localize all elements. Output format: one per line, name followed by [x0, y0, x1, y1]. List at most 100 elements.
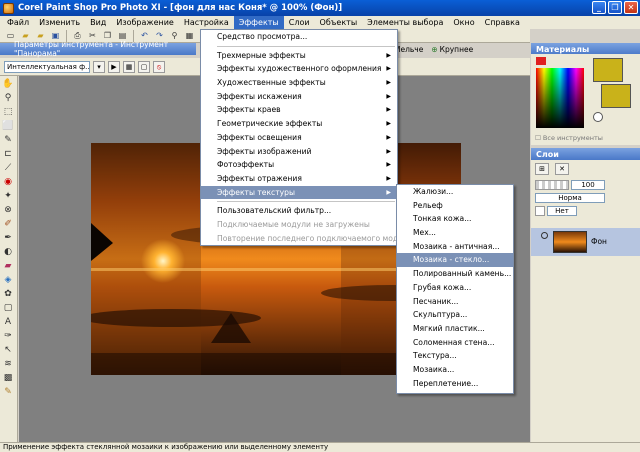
- menu-adjust[interactable]: Настройка: [179, 16, 234, 29]
- texture-menu-item-6[interactable]: Полированный камень...: [397, 267, 513, 281]
- color-picker[interactable]: [536, 68, 584, 128]
- menu-window[interactable]: Окно: [448, 16, 479, 29]
- effects-menu-item-label: Эффекты художественного оформления: [217, 64, 382, 74]
- red-eye-tool-icon[interactable]: ◉: [1, 176, 15, 188]
- submenu-arrow-icon: ▶: [386, 92, 391, 100]
- preset-dropdown[interactable]: Интеллектуальная ф...: [4, 60, 90, 73]
- actual-size-icon[interactable]: ▢: [138, 60, 150, 73]
- texture-menu-item-label: Рельеф: [413, 200, 443, 210]
- eraser-icon[interactable]: ▰: [1, 260, 15, 272]
- texture-menu-item-2[interactable]: Тонкая кожа...: [397, 212, 513, 226]
- object-selector-icon[interactable]: ↖: [1, 344, 15, 356]
- lighten-darken-icon[interactable]: ◐: [1, 246, 15, 258]
- effects-menu-item-10[interactable]: Фотоэффекты ▶: [201, 158, 397, 172]
- effects-menu-item-6[interactable]: Эффекты краев ▶: [201, 103, 397, 117]
- effects-menu-item-label: Фотоэффекты: [217, 160, 275, 170]
- texture-menu-item-11[interactable]: Соломенная стена...: [397, 336, 513, 350]
- lock-dropdown[interactable]: Нет: [547, 206, 577, 216]
- effects-menu-item-0[interactable]: Средство просмотра...: [201, 30, 397, 44]
- play-icon[interactable]: ▶: [108, 60, 120, 73]
- effects-menu-item-4[interactable]: Художественные эффекты ▶: [201, 76, 397, 90]
- texture-menu-item-4[interactable]: Мозаика - античная...: [397, 240, 513, 254]
- foreground-swatch[interactable]: [593, 58, 623, 82]
- texture-menu-item-7[interactable]: Грубая кожа...: [397, 281, 513, 295]
- tab-larger[interactable]: ⊕ Крупнее: [431, 45, 473, 54]
- status-bar: Применение эффекта стеклянной мозаики к …: [0, 442, 640, 452]
- delete-layer-icon[interactable]: ✕: [555, 163, 569, 175]
- effects-menu-item-9[interactable]: Эффекты изображений ▶: [201, 145, 397, 159]
- effects-menu-item-11[interactable]: Эффекты отражения ▶: [201, 172, 397, 186]
- opacity-field[interactable]: 100: [571, 180, 605, 190]
- blend-mode-dropdown[interactable]: Норма: [535, 193, 605, 203]
- close-button[interactable]: ✕: [624, 1, 638, 14]
- restore-button[interactable]: ❐: [608, 1, 622, 14]
- red-swatch[interactable]: [536, 57, 546, 65]
- texture-menu-item-3[interactable]: Мех...: [397, 226, 513, 240]
- all-tools-checkbox[interactable]: ☐ Все инструменты: [535, 134, 603, 142]
- effects-menu-item-12[interactable]: Эффекты текстуры ▶: [201, 185, 397, 200]
- minimize-button[interactable]: _: [592, 1, 606, 14]
- picture-tube-icon[interactable]: ✿: [1, 288, 15, 300]
- pen-tool-icon[interactable]: ✑: [1, 330, 15, 342]
- straighten-tool-icon[interactable]: ⟋: [1, 162, 15, 174]
- layer-row[interactable]: Фон: [531, 228, 640, 256]
- lock-checkbox[interactable]: [535, 206, 545, 216]
- texture-menu-item-0[interactable]: Жалюзи...: [397, 185, 513, 199]
- menu-effects[interactable]: Эффекты: [233, 16, 284, 29]
- menu-edit[interactable]: Изменить: [34, 16, 85, 29]
- texture-menu-item-label: Полированный камень...: [413, 269, 512, 279]
- layer-thumbnail: [553, 231, 587, 253]
- visibility-icon[interactable]: [541, 232, 548, 239]
- crop-tool-icon[interactable]: ⊏: [1, 148, 15, 160]
- effects-menu-item-14[interactable]: Пользовательский фильтр...: [201, 204, 397, 218]
- airbrush-icon[interactable]: ✒: [1, 232, 15, 244]
- texture-menu-item-12[interactable]: Текстура...: [397, 349, 513, 363]
- zoom-tool-icon[interactable]: ⚲: [1, 92, 15, 104]
- texture-menu-item-13[interactable]: Мозаика...: [397, 363, 513, 377]
- submenu-arrow-icon: ▶: [386, 79, 391, 87]
- clone-tool-icon[interactable]: ⊗: [1, 204, 15, 216]
- texture-menu-item-8[interactable]: Песчаник...: [397, 295, 513, 309]
- menu-layers[interactable]: Слои: [284, 16, 315, 29]
- effects-menu-item-2[interactable]: Трехмерные эффекты ▶: [201, 49, 397, 63]
- layers-title: Слои: [531, 148, 640, 160]
- menu-file[interactable]: Файл: [2, 16, 34, 29]
- shape-tool-icon[interactable]: ▢: [1, 302, 15, 314]
- menu-objects[interactable]: Объекты: [315, 16, 363, 29]
- menu-help[interactable]: Справка: [480, 16, 525, 29]
- art-media-icon[interactable]: ✎: [1, 386, 15, 398]
- menu-view[interactable]: Вид: [85, 16, 111, 29]
- background-swatch[interactable]: [601, 84, 631, 108]
- text-tool-icon[interactable]: A: [1, 316, 15, 328]
- chevron-down-icon[interactable]: ▾: [93, 60, 105, 73]
- selection-tool-icon[interactable]: ⬜: [1, 120, 15, 132]
- effects-menu-item-7[interactable]: Геометрические эффекты ▶: [201, 117, 397, 131]
- stop-icon[interactable]: ⦸: [153, 60, 165, 73]
- texture-menu-item-14[interactable]: Переплетение...: [397, 377, 513, 391]
- effects-menu-item-5[interactable]: Эффекты искажения ▶: [201, 90, 397, 104]
- effects-menu-item-label: Эффекты краев: [217, 105, 281, 115]
- effects-menu: Средство просмотра... Трехмерные эффекты ▶…: [200, 29, 412, 246]
- effects-menu-item-8[interactable]: Эффекты освещения ▶: [201, 131, 397, 145]
- paint-brush-icon[interactable]: ✐: [1, 218, 15, 230]
- pan-tool-icon[interactable]: ✋: [1, 78, 15, 90]
- effects-menu-item-3[interactable]: Эффекты художественного оформления ▶: [201, 62, 397, 76]
- menu-image[interactable]: Изображение: [111, 16, 179, 29]
- texture-menu-item-9[interactable]: Скульптура...: [397, 308, 513, 322]
- texture-menu-item-10[interactable]: Мягкий пластик...: [397, 322, 513, 336]
- effects-menu-item-16: Повторение последнего подключаемого моду…: [201, 232, 412, 246]
- deform-tool-icon[interactable]: ⬚: [1, 106, 15, 118]
- texture-menu-item-5[interactable]: Мозаика - стекло...: [397, 253, 513, 268]
- swap-icon[interactable]: [593, 112, 603, 122]
- opacity-slider[interactable]: [535, 180, 569, 190]
- menu-selections[interactable]: Элементы выбора: [362, 16, 448, 29]
- dropper-tool-icon[interactable]: ✎: [1, 134, 15, 146]
- tab-smaller[interactable]: Мельче: [394, 45, 423, 54]
- warp-brush-icon[interactable]: ≋: [1, 358, 15, 370]
- mesh-warp-icon[interactable]: ▩: [1, 372, 15, 384]
- fit-window-icon[interactable]: ▦: [123, 60, 135, 73]
- new-layer-icon[interactable]: ⊞: [535, 163, 549, 175]
- flood-fill-icon[interactable]: ◈: [1, 274, 15, 286]
- makeover-tool-icon[interactable]: ✦: [1, 190, 15, 202]
- texture-menu-item-1[interactable]: Рельеф: [397, 199, 513, 213]
